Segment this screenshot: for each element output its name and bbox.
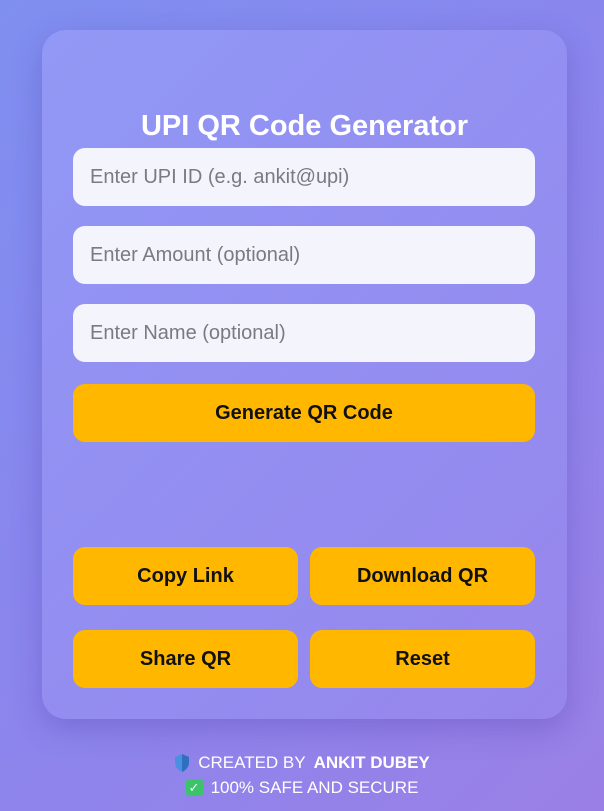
safety-line: ✓ 100% SAFE AND SECURE <box>0 775 604 800</box>
page-title: UPI QR Code Generator <box>140 110 469 142</box>
share-qr-button[interactable]: Share QR <box>73 630 298 688</box>
shield-icon <box>175 753 190 772</box>
check-icon: ✓ <box>185 779 203 796</box>
generate-qr-button[interactable]: Generate QR Code <box>73 384 535 442</box>
generator-card: UPI QR Code Generator Generate QR Code C… <box>42 30 567 719</box>
author-name: ANKIT DUBEY <box>313 752 430 772</box>
footer: CREATED BY ANKIT DUBEY ✓ 100% SAFE AND S… <box>0 750 604 800</box>
amount-input[interactable] <box>73 226 535 284</box>
name-input[interactable] <box>73 304 535 362</box>
reset-button[interactable]: Reset <box>310 630 535 688</box>
download-qr-button[interactable]: Download QR <box>310 547 535 605</box>
safety-text: 100% SAFE AND SECURE <box>210 777 419 797</box>
upi-id-input[interactable] <box>73 148 535 206</box>
credit-prefix: CREATED BY <box>198 752 306 772</box>
copy-link-button[interactable]: Copy Link <box>73 547 298 605</box>
credit-line: CREATED BY ANKIT DUBEY <box>0 750 604 775</box>
